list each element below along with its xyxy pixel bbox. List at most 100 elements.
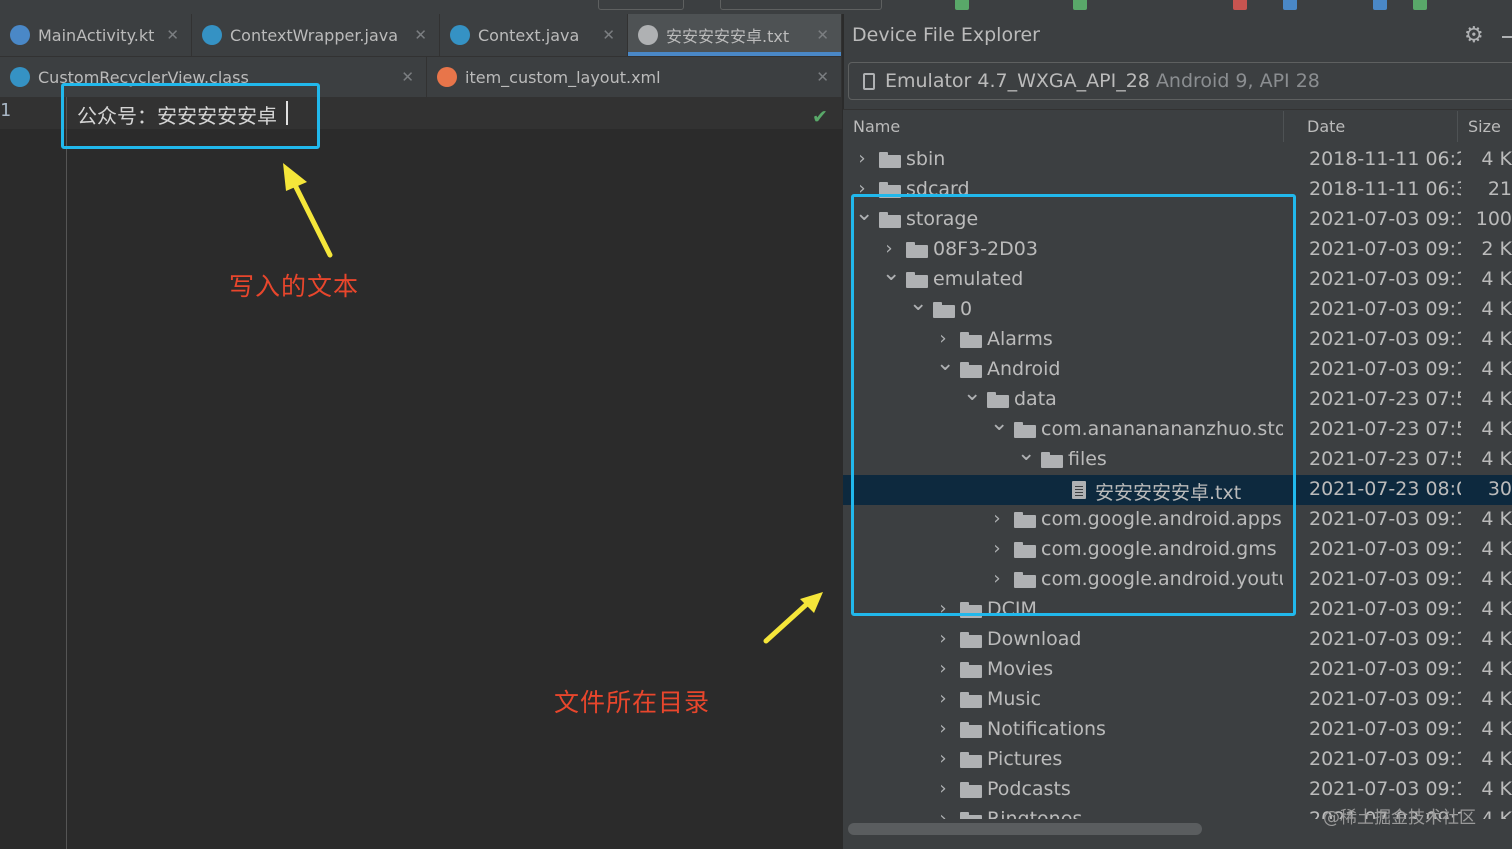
tree-row[interactable]: › Music 2021-07-03 09:1 4 K — [843, 685, 1512, 715]
chevron-right-icon[interactable]: › — [936, 658, 950, 679]
tree-row-size: 4 K — [1481, 298, 1512, 320]
tree-row-date: 2021-07-03 09:1 — [1309, 778, 1461, 800]
tree-row-date: 2021-07-03 09:1 — [1309, 748, 1461, 770]
tree-row-size: 100 — [1475, 208, 1512, 230]
tree-row-name: Music — [987, 688, 1042, 710]
tree-row[interactable]: › Notifications 2021-07-03 09:1 4 K — [843, 715, 1512, 745]
tree-row[interactable]: › sbin 2018-11-11 06:2 4 K — [843, 145, 1512, 175]
tree-row-size: 4 K — [1481, 688, 1512, 710]
table-header — [843, 109, 1512, 146]
annotation-written-text: 写入的文本 — [229, 272, 360, 301]
debug-icon[interactable] — [1073, 0, 1087, 10]
tree-row-name: Ringtones — [987, 808, 1083, 819]
tree-row-size: 4 K — [1481, 538, 1512, 560]
tree-row-date: 2021-07-03 09:1 — [1309, 238, 1461, 260]
run-icon[interactable] — [955, 0, 969, 10]
column-header-size[interactable]: Size — [1468, 117, 1501, 136]
tree-row-size: 30 — [1487, 478, 1512, 500]
annotation-arrows — [283, 163, 823, 644]
device-selector-label: Emulator 4.7_WXGA_API_28 Android 9, API … — [885, 70, 1320, 92]
folder-icon — [960, 662, 982, 678]
tree-row-date: 2021-07-03 09:1 — [1309, 508, 1461, 530]
tree-row-size: 4 K — [1481, 268, 1512, 290]
tree-row-name: Pictures — [987, 748, 1063, 770]
tree-row-date: 2021-07-03 09:1 — [1309, 358, 1461, 380]
tree-row-size: 4 K — [1481, 778, 1512, 800]
folder-icon — [960, 692, 982, 708]
chevron-right-icon[interactable]: › — [936, 778, 950, 799]
device-name: Emulator 4.7_WXGA_API_28 — [885, 70, 1150, 92]
annotation-file-directory: 文件所在目录 — [554, 688, 711, 717]
column-header-date[interactable]: Date — [1307, 117, 1345, 136]
directory-highlight-box — [851, 194, 1296, 616]
tree-row-name: Movies — [987, 658, 1054, 680]
tree-row-size: 4 K — [1481, 658, 1512, 680]
sync-icon[interactable] — [1283, 0, 1297, 10]
folder-icon — [960, 722, 982, 738]
folder-icon — [879, 152, 901, 168]
tree-row[interactable]: › Pictures 2021-07-03 09:1 4 K — [843, 745, 1512, 775]
chevron-right-icon[interactable]: › — [936, 808, 950, 819]
panel-title: Device File Explorer — [852, 24, 1040, 46]
tree-row-date: 2021-07-03 09:1 — [1309, 718, 1461, 740]
tree-row-date: 2021-07-03 09:1 — [1309, 268, 1461, 290]
tree-row-size: 4 K — [1481, 328, 1512, 350]
tree-row-date: 2021-07-03 09:1 — [1309, 298, 1461, 320]
tree-row-size: 4 K — [1481, 628, 1512, 650]
sdk-manager-icon[interactable] — [1413, 0, 1427, 10]
tree-row-date: 2021-07-03 09:1 — [1309, 658, 1461, 680]
chevron-right-icon[interactable]: › — [936, 628, 950, 649]
tree-row-date: 2021-07-03 09:1 — [1309, 598, 1461, 620]
tree-row-name: sbin — [906, 148, 946, 170]
tree-row-date: 2021-07-23 07:5 — [1309, 388, 1461, 410]
tree-row-date: 2021-07-03 09:1 — [1309, 568, 1461, 590]
tree-row-name: Download — [987, 628, 1082, 650]
chevron-right-icon[interactable]: › — [936, 718, 950, 739]
column-separator[interactable] — [1457, 111, 1458, 142]
minimize-icon[interactable] — [1502, 36, 1512, 38]
folder-icon — [960, 752, 982, 768]
device-icon — [863, 73, 875, 90]
avd-manager-icon[interactable] — [1373, 0, 1387, 10]
tree-row-size: 4 K — [1481, 508, 1512, 530]
tree-row-date: 2021-07-03 09:1 — [1309, 538, 1461, 560]
scrollbar-thumb[interactable] — [848, 823, 1202, 835]
tree-row-size: 21 — [1487, 178, 1512, 200]
folder-icon — [960, 782, 982, 798]
folder-icon — [960, 812, 982, 819]
watermark: @稀土掘金技术社区 — [1323, 808, 1476, 828]
tree-row-date: 2021-07-03 09:1 — [1309, 688, 1461, 710]
tree-row-size: 4 K — [1481, 718, 1512, 740]
tree-row-date: 2021-07-03 09:1 — [1309, 328, 1461, 350]
tree-row-name: Podcasts — [987, 778, 1071, 800]
tree-row-date: 2021-07-03 09:1 — [1309, 628, 1461, 650]
tree-row-size: 4 K — [1481, 148, 1512, 170]
tree-row-size: 4 K — [1481, 418, 1512, 440]
tree-row-date: 2018-11-11 06:2 — [1309, 148, 1461, 170]
tree-row[interactable]: › Download 2021-07-03 09:1 4 K — [843, 625, 1512, 655]
tree-row-size: 4 K — [1481, 358, 1512, 380]
folder-icon — [960, 632, 982, 648]
tree-row-date: 2021-07-23 07:5 — [1309, 448, 1461, 470]
stop-icon[interactable] — [1233, 0, 1247, 10]
tree-row-size: 4 K — [1481, 598, 1512, 620]
tree-row-size: 4 K — [1481, 448, 1512, 470]
column-separator[interactable] — [1283, 111, 1284, 142]
device-api-level: Android 9, API 28 — [1155, 70, 1320, 92]
tree-row[interactable]: › Podcasts 2021-07-03 09:1 4 K — [843, 775, 1512, 805]
chevron-right-icon[interactable]: › — [855, 148, 869, 169]
tree-row[interactable]: › Movies 2021-07-03 09:1 4 K — [843, 655, 1512, 685]
tree-row-date: 2021-07-03 09:1 — [1309, 208, 1461, 230]
gear-icon[interactable]: ⚙ — [1464, 23, 1484, 48]
tree-row-date: 2018-11-11 06:3 — [1309, 178, 1461, 200]
tree-row-date: 2021-07-23 07:5 — [1309, 418, 1461, 440]
tree-row-date: 2021-07-23 08:0 — [1309, 478, 1461, 500]
arrow-to-directory — [763, 592, 823, 644]
column-header-name[interactable]: Name — [853, 117, 900, 136]
chevron-right-icon[interactable]: › — [936, 688, 950, 709]
arrow-to-text — [283, 163, 333, 258]
tree-row-size: 4 K — [1481, 748, 1512, 770]
tree-row-name: Notifications — [987, 718, 1106, 740]
chevron-right-icon[interactable]: › — [936, 748, 950, 769]
tree-row-size: 2 K — [1481, 238, 1512, 260]
